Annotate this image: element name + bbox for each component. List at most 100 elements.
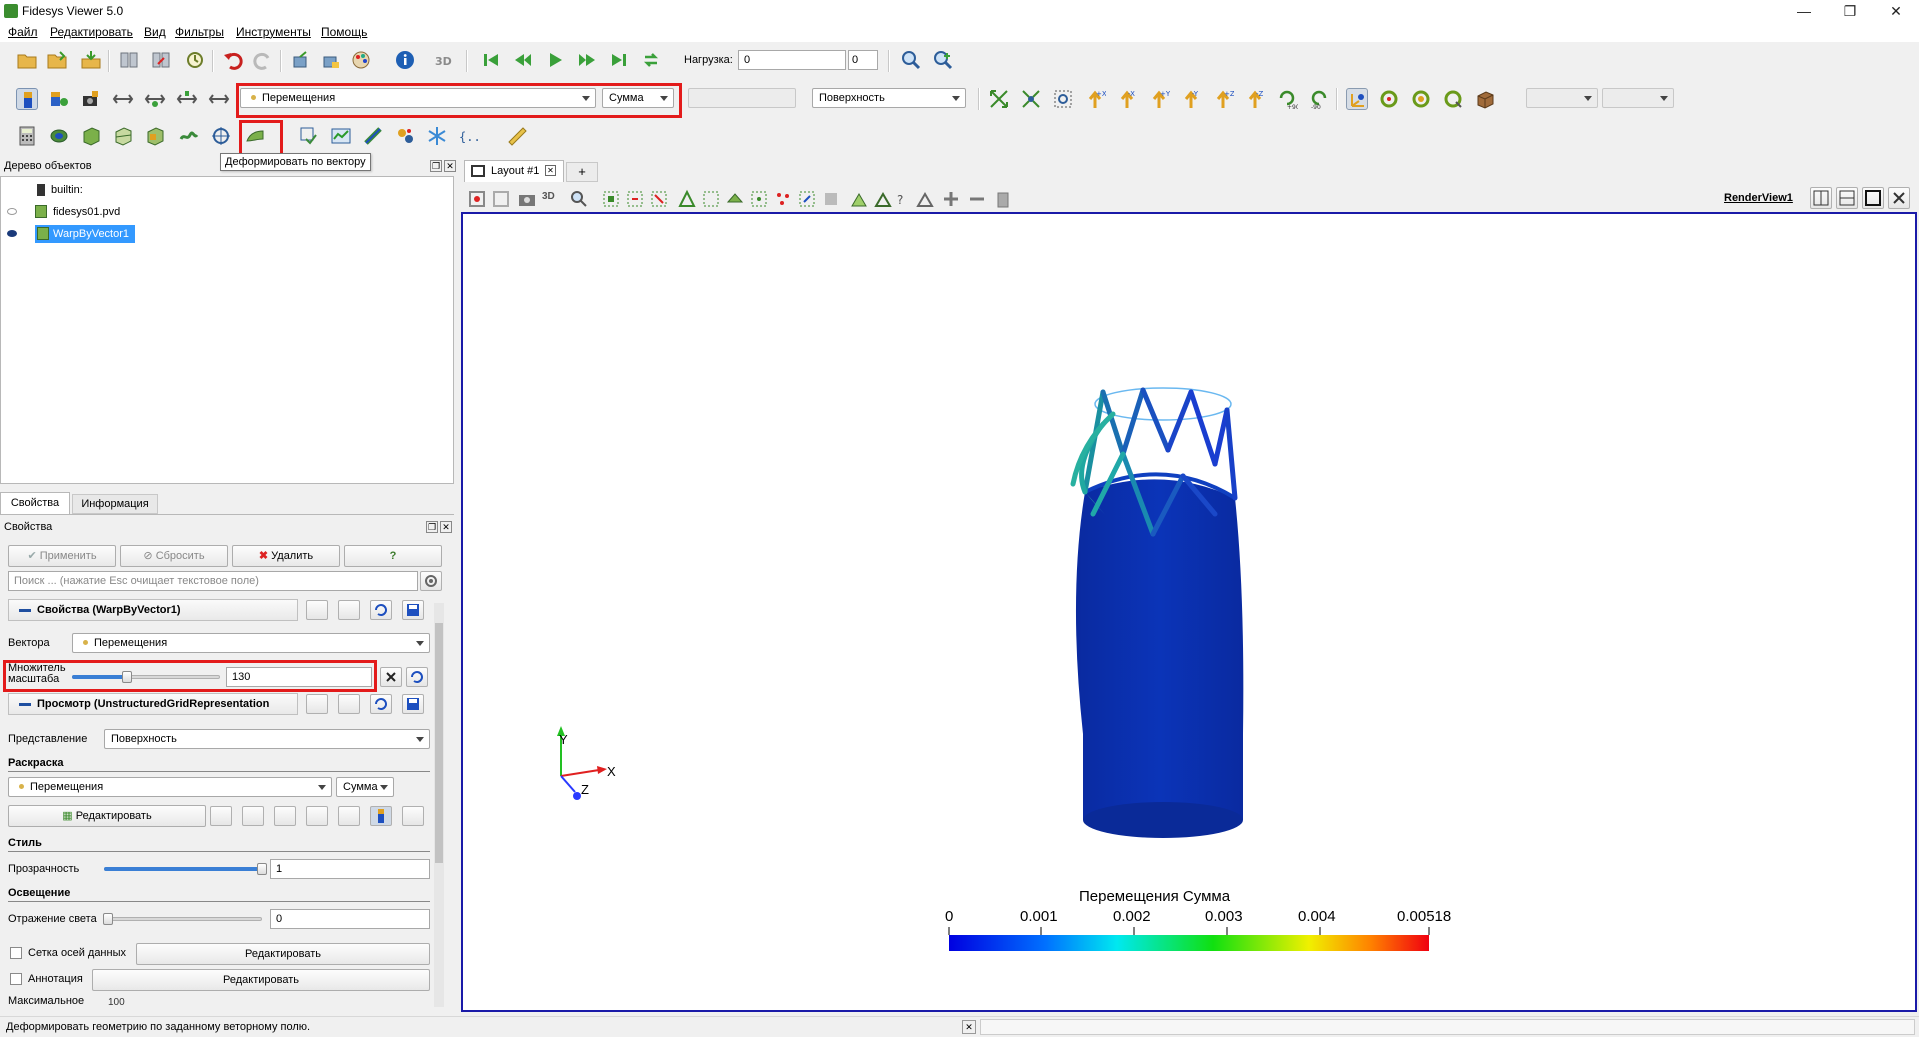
reset-range-icon[interactable] — [112, 88, 134, 110]
rotate-plus-90-icon[interactable]: +90 — [1276, 88, 1298, 110]
edit-selection-icon[interactable] — [914, 188, 934, 208]
clear-selection-icon[interactable] — [992, 188, 1012, 208]
shrink-selection-icon[interactable] — [820, 188, 840, 208]
render-view[interactable]: Y X Z Перемещения Сумма 0 0.001 0.002 0.… — [461, 212, 1917, 1012]
menu-file[interactable]: Файл — [8, 25, 38, 39]
copy-props-icon[interactable] — [306, 600, 328, 620]
connect-icon[interactable] — [118, 49, 140, 71]
menu-filters[interactable]: Фильтры — [175, 25, 224, 39]
view-minus-x-icon[interactable]: -X — [1116, 88, 1138, 110]
paste-display-icon[interactable] — [338, 694, 360, 714]
color-array-select[interactable]: Перемещения — [240, 88, 596, 108]
grow-selection-icon[interactable] — [796, 188, 816, 208]
rescale-custom-icon[interactable] — [144, 88, 166, 110]
slice-icon[interactable] — [112, 125, 134, 147]
specular-input[interactable]: 0 — [270, 909, 430, 929]
auto-apply-icon[interactable] — [184, 49, 206, 71]
last-frame-icon[interactable] — [608, 49, 630, 71]
view-minus-z-icon[interactable]: -Z — [1244, 88, 1266, 110]
color-component-select[interactable]: Сумма — [602, 88, 674, 108]
previous-frame-icon[interactable] — [512, 49, 534, 71]
properties-float-icon[interactable]: ❐ — [426, 521, 438, 533]
close-window-button[interactable]: ✕ — [1873, 0, 1919, 22]
snowflake-icon[interactable] — [426, 125, 448, 147]
pipeline-float-icon[interactable]: ❐ — [430, 160, 442, 172]
pick-center-icon[interactable] — [1442, 88, 1464, 110]
tree-item-builtin[interactable]: builtin: — [37, 181, 83, 199]
probe-icon[interactable] — [394, 125, 416, 147]
hover-points-icon[interactable] — [748, 188, 768, 208]
view-plus-z-icon[interactable]: +Z — [1212, 88, 1234, 110]
integrate-icon[interactable] — [362, 125, 384, 147]
representation-select[interactable]: Поверхность — [812, 88, 966, 108]
max-input[interactable]: 100 — [104, 997, 430, 1015]
camera-icon[interactable] — [516, 188, 536, 208]
delete-button[interactable]: ✖ Удалить — [232, 545, 340, 567]
open-recent-icon[interactable] — [46, 49, 68, 71]
menu-help[interactable]: Помощь — [321, 25, 367, 39]
maximize-view-icon[interactable] — [1862, 187, 1884, 209]
layout-tab[interactable]: Layout #1 ✕ — [464, 160, 564, 182]
status-close-icon[interactable]: ✕ — [962, 1020, 976, 1034]
layout-tab-close-icon[interactable]: ✕ — [545, 165, 556, 176]
representation-dropdown[interactable]: Поверхность — [104, 729, 430, 749]
settings-gear-icon[interactable] — [420, 571, 442, 591]
axes-grid-edit-button[interactable]: Редактировать — [136, 943, 430, 965]
ruler-icon[interactable] — [506, 125, 528, 147]
redo-icon[interactable] — [252, 49, 274, 71]
menu-tools[interactable]: Инструменты — [236, 25, 311, 39]
camera-redo-icon[interactable] — [320, 49, 342, 71]
contour-icon[interactable] — [48, 125, 70, 147]
zoom-closest-icon[interactable] — [932, 49, 954, 71]
tab-properties[interactable]: Свойства — [0, 492, 70, 514]
loop-icon[interactable] — [640, 49, 662, 71]
annotation-checkbox[interactable] — [10, 973, 22, 985]
tree-item-fidesys01[interactable]: fidesys01.pvd — [7, 203, 120, 221]
threshold-icon[interactable] — [144, 125, 166, 147]
properties-scroll-thumb[interactable] — [435, 623, 443, 863]
view-minus-y-icon[interactable]: -Y — [1180, 88, 1202, 110]
edit-colormap-icon[interactable] — [48, 88, 70, 110]
hover-cells-icon[interactable] — [772, 188, 792, 208]
palette-icon[interactable] — [350, 49, 372, 71]
3d-icon[interactable]: 3D — [432, 49, 454, 71]
maximize-button[interactable]: ❐ — [1827, 0, 1873, 22]
reset-button[interactable]: ⊘ Сбросить — [120, 545, 228, 567]
split-vertical-icon[interactable] — [1836, 187, 1858, 209]
specular-slider-handle[interactable] — [103, 913, 113, 925]
help-button[interactable]: ? — [344, 545, 442, 567]
add-selection-icon[interactable] — [940, 188, 960, 208]
section-filter-properties[interactable]: Свойства (WarpByVector1) — [8, 599, 298, 621]
first-frame-icon[interactable] — [480, 49, 502, 71]
scale-slider-handle[interactable] — [122, 671, 132, 683]
axes-grid-checkbox[interactable] — [10, 947, 22, 959]
undo-icon[interactable] — [222, 49, 244, 71]
properties-close-icon[interactable]: ✕ — [440, 521, 452, 533]
add-layout-tab-button[interactable]: + — [566, 162, 598, 182]
play-icon[interactable] — [544, 49, 566, 71]
select-cells-through-icon[interactable] — [648, 188, 668, 208]
menu-view[interactable]: Вид — [144, 25, 166, 39]
pipeline-close-icon[interactable]: ✕ — [444, 160, 456, 172]
toggle-legend-icon[interactable] — [370, 806, 392, 826]
camera-colormap-icon[interactable] — [210, 806, 232, 826]
next-frame-icon[interactable] — [576, 49, 598, 71]
edit-annotation-icon[interactable] — [402, 806, 424, 826]
rescale-time-icon[interactable] — [306, 806, 328, 826]
edit-colormap-button[interactable]: ▦ Редактировать — [8, 805, 206, 827]
color-legend-toggle-icon[interactable] — [16, 88, 38, 110]
calculator-icon[interactable] — [16, 125, 38, 147]
split-horizontal-icon[interactable] — [1810, 187, 1832, 209]
hidden-eye-icon[interactable] — [7, 208, 17, 215]
rescale-temporal-icon[interactable] — [176, 88, 198, 110]
warp-by-vector-icon[interactable] — [244, 125, 266, 147]
opacity-slider-handle[interactable] — [257, 863, 267, 875]
glyph-icon[interactable] — [210, 125, 232, 147]
stream-tracer-icon[interactable] — [298, 125, 320, 147]
coloring-array-select[interactable]: Перемещения — [8, 777, 332, 797]
show-orientation-axes-icon[interactable] — [1346, 88, 1368, 110]
capture-screenshot-icon[interactable] — [466, 188, 486, 208]
load-spinbox[interactable]: 0 — [848, 50, 878, 70]
clip-icon[interactable] — [80, 125, 102, 147]
view-3d-toggle[interactable]: 3D — [542, 191, 555, 202]
